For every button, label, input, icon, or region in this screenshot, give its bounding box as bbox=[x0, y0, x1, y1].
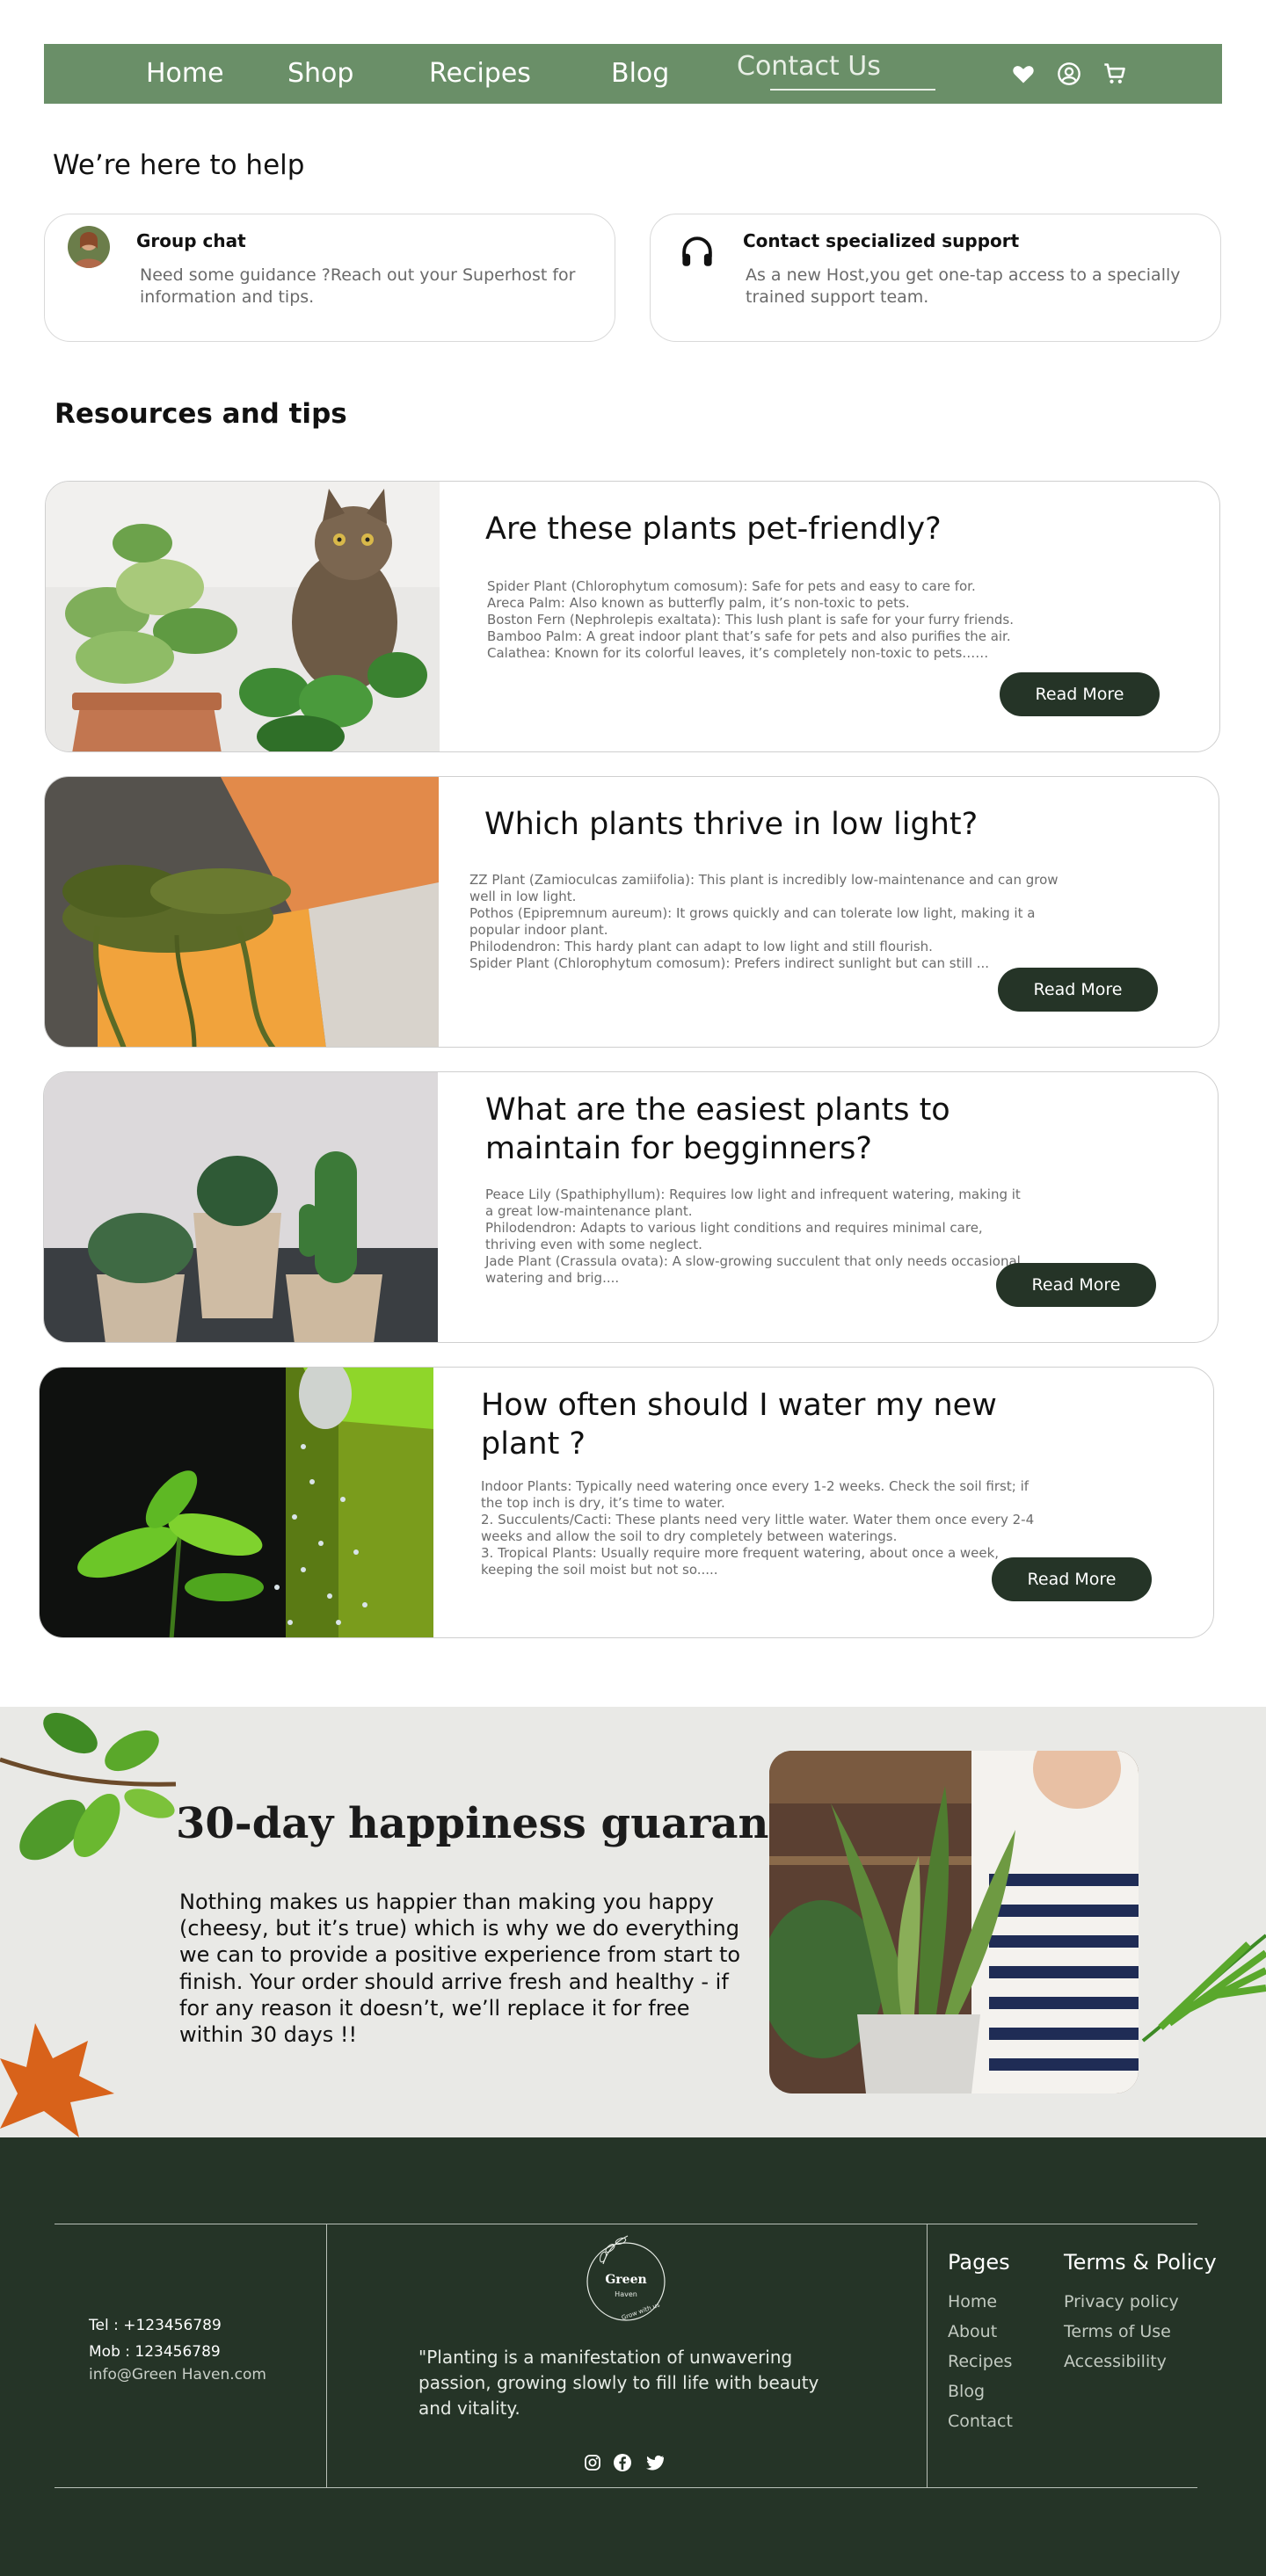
twitter-icon[interactable] bbox=[644, 2452, 666, 2473]
card-title: Are these plants pet-friendly? bbox=[485, 512, 942, 547]
footer-pages-title: Pages bbox=[948, 2250, 1010, 2275]
user-icon[interactable] bbox=[1057, 62, 1081, 86]
help-heading: We’re here to help bbox=[53, 149, 305, 181]
logo-sub: Haven bbox=[615, 2290, 637, 2298]
plant-on-shelf-image bbox=[45, 777, 439, 1047]
nav-recipes[interactable]: Recipes bbox=[429, 58, 531, 89]
footer-link-contact[interactable]: Contact bbox=[948, 2412, 1013, 2431]
logo-name: Green bbox=[605, 2273, 647, 2287]
specialized-support-text: As a new Host,you get one-tap access to … bbox=[746, 265, 1181, 307]
maple-leaf-decoration bbox=[0, 2023, 114, 2137]
resource-card-pet-friendly: Are these plants pet-friendly? Spider Pl… bbox=[45, 481, 1220, 752]
nav-home[interactable]: Home bbox=[146, 58, 224, 89]
instagram-icon[interactable] bbox=[582, 2452, 603, 2473]
group-chat-text: Need some guidance ?Reach out your Super… bbox=[140, 265, 576, 307]
resources-heading: Resources and tips bbox=[55, 398, 347, 430]
guarantee-title: 30-day happiness guarantee bbox=[176, 1799, 842, 1848]
read-more-button[interactable]: Read More bbox=[998, 968, 1158, 1012]
active-nav-underline bbox=[770, 89, 935, 91]
top-navigation: Home Shop Recipes Blog Contact Us bbox=[44, 44, 1222, 104]
footer-link-terms-of-use[interactable]: Terms of Use bbox=[1064, 2322, 1171, 2341]
footer-link-home[interactable]: Home bbox=[948, 2292, 997, 2311]
card-title: What are the easiest plants to maintain … bbox=[485, 1092, 950, 1166]
read-more-button[interactable]: Read More bbox=[992, 1557, 1152, 1601]
footer-link-about[interactable]: About bbox=[948, 2322, 997, 2341]
resource-card-easy-plants: What are the easiest plants to maintain … bbox=[43, 1071, 1219, 1343]
card-body: Spider Plant (Chlorophytum comosum): Saf… bbox=[487, 578, 1014, 662]
read-more-button[interactable]: Read More bbox=[1000, 672, 1160, 716]
superhost-avatar bbox=[68, 226, 110, 268]
footer-mob: Mob : 123456789 bbox=[89, 2343, 221, 2361]
woman-with-snake-plant-photo bbox=[769, 1751, 1139, 2093]
watering-can-image bbox=[40, 1368, 433, 1637]
card-title: How often should I water my new plant ? bbox=[481, 1388, 997, 1462]
specialized-support-title: Contact specialized support bbox=[743, 230, 1020, 251]
footer-terms-title: Terms & Policy bbox=[1064, 2250, 1217, 2275]
cat-with-plants-image bbox=[46, 482, 440, 751]
group-chat-card[interactable]: Group chat Need some guidance ?Reach out… bbox=[44, 214, 615, 342]
facebook-icon[interactable] bbox=[612, 2452, 633, 2473]
footer-tel: Tel : +123456789 bbox=[89, 2317, 222, 2334]
nav-shop[interactable]: Shop bbox=[287, 58, 353, 89]
heart-icon[interactable] bbox=[1011, 62, 1036, 86]
cart-icon[interactable] bbox=[1102, 62, 1127, 86]
footer-link-privacy[interactable]: Privacy policy bbox=[1064, 2292, 1179, 2311]
palm-leaf-decoration bbox=[1141, 1934, 1266, 2043]
nav-contact-us[interactable]: Contact Us bbox=[737, 51, 881, 82]
footer-quote: "Planting is a manifestation of unwaveri… bbox=[418, 2347, 819, 2419]
leaf-branch-decoration bbox=[0, 1712, 177, 1861]
footer-divider-left bbox=[326, 2224, 327, 2487]
guarantee-text: Nothing makes us happier than making you… bbox=[179, 1890, 741, 2048]
card-body: ZZ Plant (Zamioculcas zamiifolia): This … bbox=[469, 872, 1059, 972]
footer-link-recipes[interactable]: Recipes bbox=[948, 2352, 1012, 2371]
resource-card-watering: How often should I water my new plant ? … bbox=[39, 1367, 1214, 1638]
footer-link-accessibility[interactable]: Accessibility bbox=[1064, 2352, 1167, 2371]
footer-email[interactable]: info@Green Haven.com bbox=[89, 2366, 266, 2384]
footer-bottom-divider bbox=[55, 2487, 1197, 2488]
group-chat-title: Group chat bbox=[136, 230, 246, 251]
card-body: Indoor Plants: Typically need watering o… bbox=[481, 1478, 1035, 1578]
card-title: Which plants thrive in low light? bbox=[484, 807, 979, 842]
nav-blog[interactable]: Blog bbox=[611, 58, 669, 89]
specialized-support-card[interactable]: Contact specialized support As a new Hos… bbox=[650, 214, 1221, 342]
footer: Tel : +123456789 Mob : 123456789 info@Gr… bbox=[0, 2137, 1266, 2576]
guarantee-section: 30-day happiness guarantee Nothing makes… bbox=[0, 1707, 1266, 2137]
card-body: Peace Lily (Spathiphyllum): Requires low… bbox=[485, 1186, 1021, 1287]
resource-card-low-light: Which plants thrive in low light? ZZ Pla… bbox=[44, 776, 1219, 1048]
cacti-pots-image bbox=[44, 1072, 438, 1342]
footer-divider-right bbox=[927, 2224, 928, 2487]
green-haven-logo: Green Haven Grow with us bbox=[577, 2229, 675, 2327]
footer-link-blog[interactable]: Blog bbox=[948, 2382, 985, 2401]
read-more-button[interactable]: Read More bbox=[996, 1263, 1156, 1307]
headphones-icon bbox=[682, 236, 712, 266]
